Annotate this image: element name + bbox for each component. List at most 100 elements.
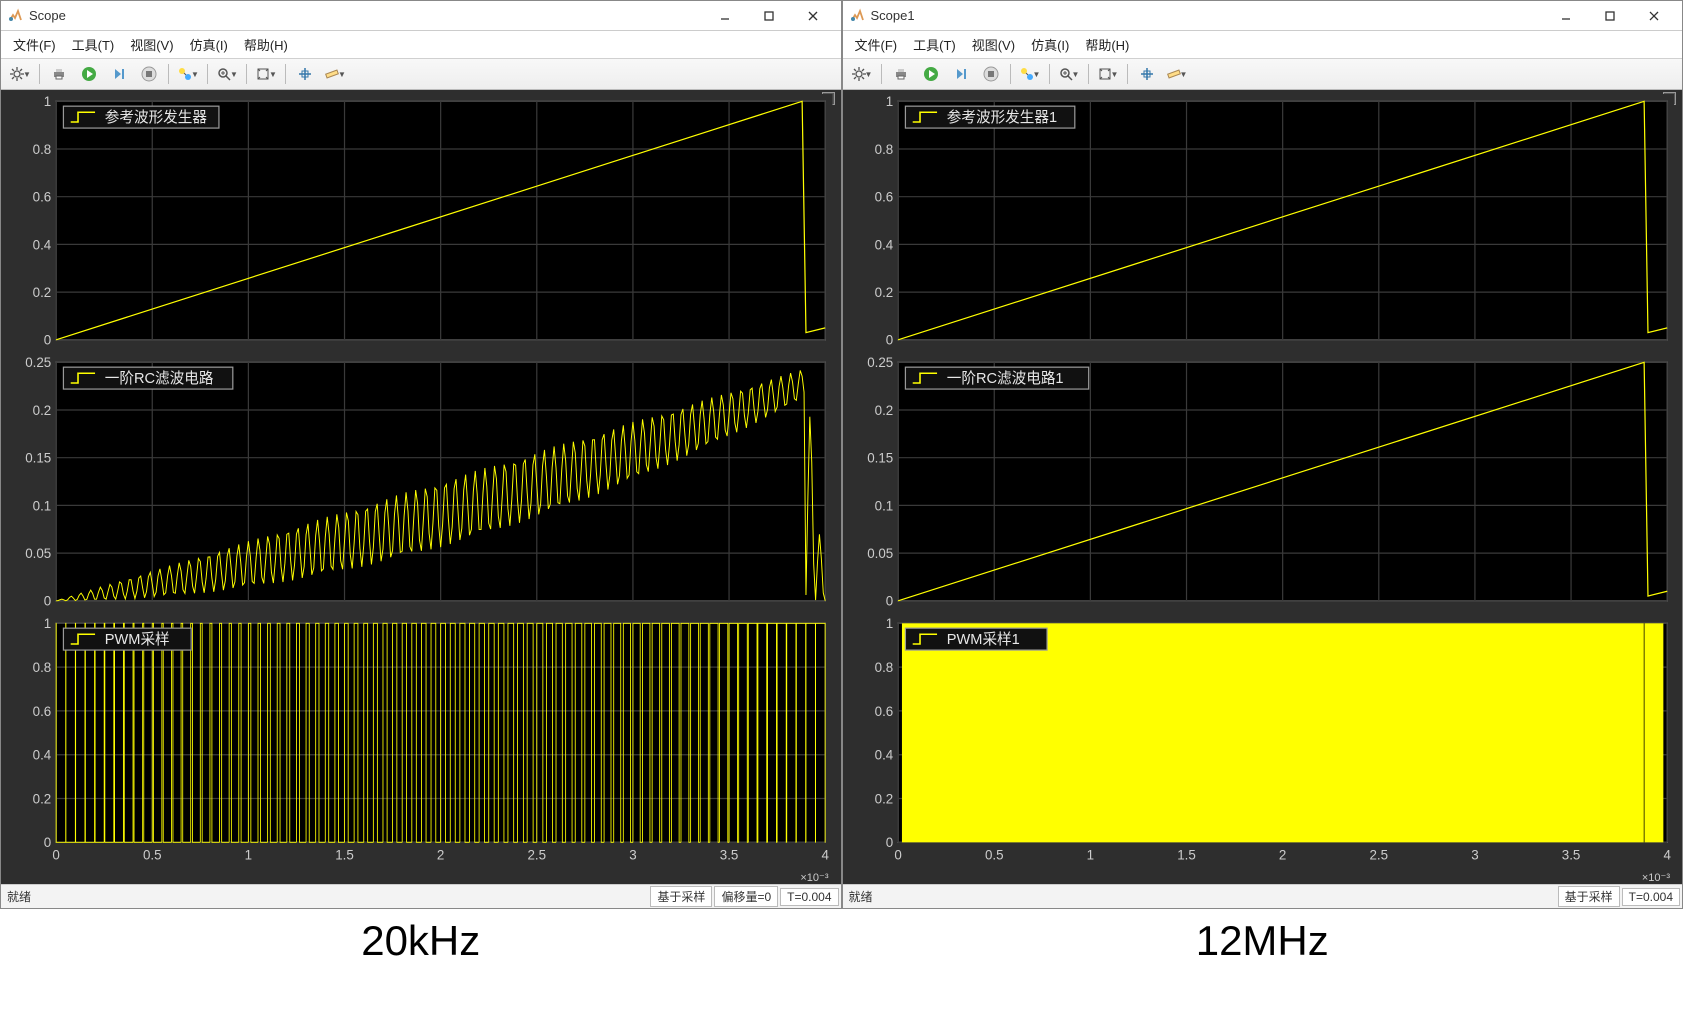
toolbar-separator xyxy=(1088,64,1089,84)
step-button[interactable] xyxy=(947,62,975,86)
scope-plot[interactable]: 00.20.40.60.8100.511.522.533.54 PWM采样 xyxy=(5,616,833,869)
menu-item[interactable]: 视图(V) xyxy=(964,33,1023,56)
print-button[interactable] xyxy=(45,62,73,86)
maximize-button[interactable] xyxy=(1588,2,1632,30)
svg-text:0.15: 0.15 xyxy=(25,451,51,466)
plot-area: 0 0.2 0.4 0.6 0.8 1 参考波形发生器1 00.050.10.150.20… xyxy=(843,90,1683,884)
menu-item[interactable]: 帮助(H) xyxy=(1077,33,1137,56)
menu-item[interactable]: 文件(F) xyxy=(847,33,906,56)
menu-item[interactable]: 视图(V) xyxy=(122,33,181,56)
toolbar-separator xyxy=(207,64,208,84)
svg-text:一阶RC滤波电路1: 一阶RC滤波电路1 xyxy=(946,370,1063,387)
svg-text:0: 0 xyxy=(894,848,901,863)
print-button[interactable] xyxy=(887,62,915,86)
legend: 参考波形发生器1 xyxy=(905,106,1074,128)
toolbar-separator xyxy=(881,64,882,84)
plot-panel: 00.20.40.60.81 参考波形发生器1 xyxy=(847,94,1675,347)
scope-plot[interactable]: 00.20.40.60.8100.511.522.533.54 PWM采样1 xyxy=(847,616,1675,869)
svg-text:1.5: 1.5 xyxy=(1177,848,1196,863)
toolbar-separator xyxy=(285,64,286,84)
toolbar-separator xyxy=(1049,64,1050,84)
svg-text:0.8: 0.8 xyxy=(33,142,52,157)
menu-item[interactable]: 文件(F) xyxy=(5,33,64,56)
autoscale-button[interactable]: ▼ xyxy=(1094,62,1122,86)
scope-plot[interactable]: 00.20.40.60.81 参考波形发生器 xyxy=(5,94,833,347)
maximize-button[interactable] xyxy=(747,2,791,30)
menubar: 文件(F)工具(T)视图(V)仿真(I)帮助(H) xyxy=(843,31,1683,59)
toolbar-separator xyxy=(246,64,247,84)
svg-text:0.6: 0.6 xyxy=(874,704,893,719)
svg-text:4: 4 xyxy=(1663,848,1671,863)
cursor-button[interactable] xyxy=(291,62,319,86)
titlebar[interactable]: Scope xyxy=(1,1,841,31)
svg-text:0.6: 0.6 xyxy=(33,190,52,205)
scope-plot[interactable]: 00.050.10.150.20.25 一阶RC滤波电路 xyxy=(5,355,833,608)
plot-panel: 00.050.10.150.20.25 一阶RC滤波电路1 xyxy=(847,355,1675,608)
svg-text:0: 0 xyxy=(52,848,59,863)
svg-text:0.1: 0.1 xyxy=(33,498,52,513)
run-button[interactable] xyxy=(917,62,945,86)
plot-panel: 00.20.40.60.8100.511.522.533.54 PWM采样1 xyxy=(847,616,1675,869)
svg-text:0.2: 0.2 xyxy=(874,792,893,807)
stop-button[interactable] xyxy=(135,62,163,86)
matlab-icon xyxy=(7,8,23,24)
matlab-icon xyxy=(849,8,865,24)
status-mode: 基于采样 xyxy=(650,886,712,907)
close-button[interactable] xyxy=(791,2,835,30)
highlight-button[interactable]: ▼ xyxy=(174,62,202,86)
status-mode: 基于采样 xyxy=(1558,886,1620,907)
zoom-button[interactable]: ▼ xyxy=(1055,62,1083,86)
scope-plot[interactable]: 00.20.40.60.81 参考波形发生器1 xyxy=(847,94,1675,347)
svg-text:2.5: 2.5 xyxy=(527,848,546,863)
measure-button[interactable]: ▼ xyxy=(1163,62,1191,86)
measure-button[interactable]: ▼ xyxy=(321,62,349,86)
svg-text:0.25: 0.25 xyxy=(867,355,893,370)
svg-text:0.6: 0.6 xyxy=(874,190,893,205)
plot-panel: 00.20.40.60.81 参考波形发生器 xyxy=(5,94,833,347)
minimize-button[interactable] xyxy=(703,2,747,30)
scope-plot[interactable]: 00.050.10.150.20.25 一阶RC滤波电路1 xyxy=(847,355,1675,608)
menu-item[interactable]: 仿真(I) xyxy=(182,33,236,56)
svg-text:参考波形发生器: 参考波形发生器 xyxy=(105,109,208,126)
run-button[interactable] xyxy=(75,62,103,86)
minimize-button[interactable] xyxy=(1544,2,1588,30)
svg-text:0.2: 0.2 xyxy=(33,792,52,807)
zoom-button[interactable]: ▼ xyxy=(213,62,241,86)
highlight-button[interactable]: ▼ xyxy=(1016,62,1044,86)
svg-text:PWM采样: PWM采样 xyxy=(105,631,170,648)
legend: PWM采样1 xyxy=(905,628,1047,650)
svg-text:1: 1 xyxy=(245,848,252,863)
close-button[interactable] xyxy=(1632,2,1676,30)
toolbar-separator xyxy=(1127,64,1128,84)
step-button[interactable] xyxy=(105,62,133,86)
svg-text:1: 1 xyxy=(885,616,892,631)
settings-button[interactable]: ▼ xyxy=(848,62,876,86)
svg-text:0.4: 0.4 xyxy=(874,748,893,763)
cursor-button[interactable] xyxy=(1133,62,1161,86)
svg-text:2: 2 xyxy=(1278,848,1285,863)
svg-text:3.5: 3.5 xyxy=(720,848,739,863)
stop-button[interactable] xyxy=(977,62,1005,86)
menu-item[interactable]: 工具(T) xyxy=(905,33,964,56)
svg-text:0: 0 xyxy=(44,594,51,608)
svg-text:0.4: 0.4 xyxy=(33,748,52,763)
autoscale-button[interactable]: ▼ xyxy=(252,62,280,86)
menu-item[interactable]: 仿真(I) xyxy=(1023,33,1077,56)
svg-text:1.5: 1.5 xyxy=(335,848,354,863)
menu-item[interactable]: 工具(T) xyxy=(64,33,123,56)
svg-text:0: 0 xyxy=(885,333,892,347)
menu-item[interactable]: 帮助(H) xyxy=(236,33,296,56)
svg-text:PWM采样1: PWM采样1 xyxy=(946,631,1019,648)
settings-button[interactable]: ▼ xyxy=(6,62,34,86)
svg-text:0.4: 0.4 xyxy=(874,237,893,252)
svg-text:0.8: 0.8 xyxy=(874,142,893,157)
svg-text:1: 1 xyxy=(44,94,51,109)
titlebar[interactable]: Scope1 xyxy=(843,1,1683,31)
svg-text:参考波形发生器1: 参考波形发生器1 xyxy=(946,109,1056,126)
plot-area: 00.20.40.60.81 参考波形发生器 00.050.10.150.20.… xyxy=(1,90,841,884)
toolbar: ▼ ▼ ▼ ▼ ▼ xyxy=(843,59,1683,90)
svg-text:0.6: 0.6 xyxy=(33,704,52,719)
svg-text:一阶RC滤波电路: 一阶RC滤波电路 xyxy=(105,370,214,387)
svg-text:0.5: 0.5 xyxy=(143,848,162,863)
svg-text:0.4: 0.4 xyxy=(33,237,52,252)
